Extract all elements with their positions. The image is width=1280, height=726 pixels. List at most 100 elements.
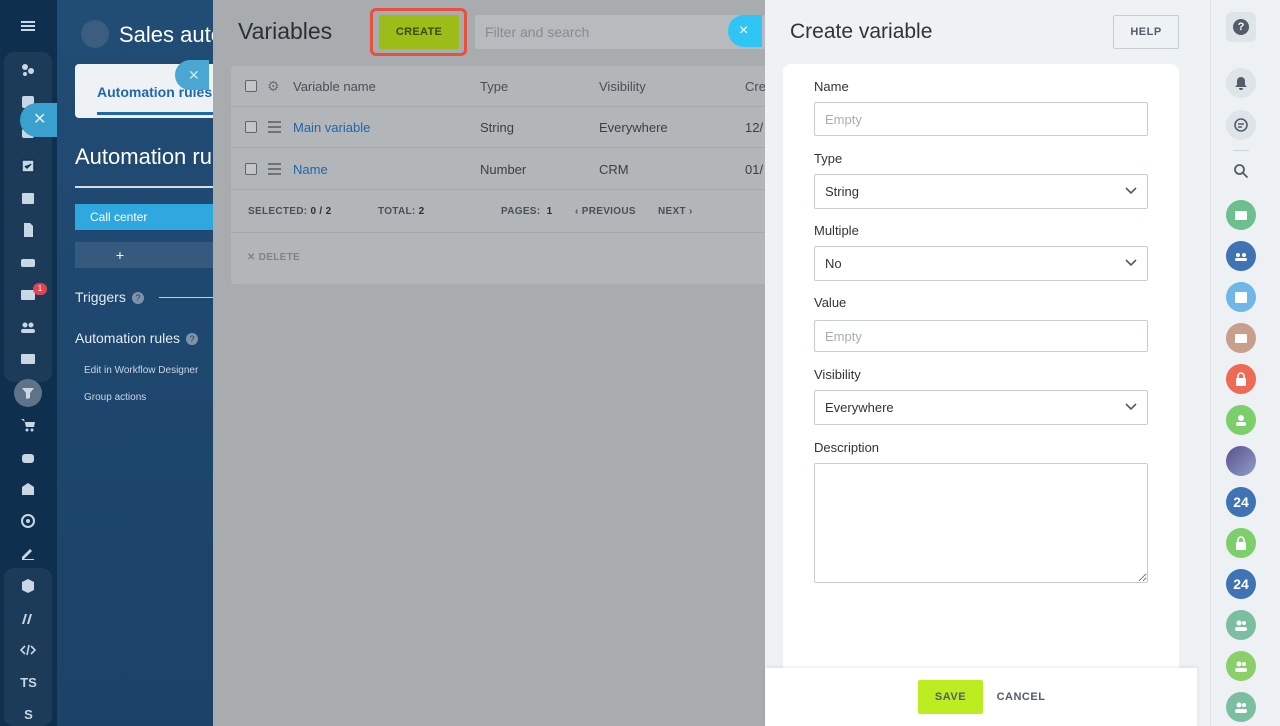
pulse-icon[interactable] <box>14 58 42 82</box>
search-input[interactable] <box>485 15 765 49</box>
users-icon[interactable] <box>1226 692 1256 722</box>
close-icon[interactable]: × <box>728 15 762 47</box>
type-label: Type <box>814 151 843 166</box>
calendar-icon[interactable] <box>14 186 42 210</box>
variable-created: 12/ <box>745 120 764 135</box>
contact-card-icon[interactable] <box>1226 323 1256 353</box>
description-label: Description <box>814 440 880 455</box>
close-slider-icon[interactable]: ✕ <box>20 103 57 137</box>
panel-title: Variables <box>238 18 333 44</box>
select-all-checkbox[interactable] <box>245 80 257 92</box>
delete-button[interactable]: ✕ DELETE <box>247 252 300 263</box>
sign-icon[interactable] <box>14 541 42 565</box>
section-heading: Automation ru <box>75 144 212 169</box>
right-sidebar: ? 24 24 <box>1210 0 1280 726</box>
help-icon[interactable]: ? <box>186 333 199 345</box>
search-icon[interactable] <box>1226 156 1256 186</box>
robot-logo-icon <box>81 20 109 48</box>
contact-card-icon[interactable] <box>14 347 42 371</box>
avatar[interactable] <box>1226 446 1256 476</box>
cart-icon[interactable] <box>14 413 42 437</box>
previous-page-link[interactable]: ‹ PREVIOUS <box>575 206 636 217</box>
triggers-heading: Triggers? <box>75 289 144 305</box>
users-icon[interactable] <box>1226 610 1256 640</box>
rail-item-ts[interactable]: TS <box>0 675 57 690</box>
type-value: String <box>825 184 859 199</box>
lock-icon[interactable] <box>1226 364 1256 394</box>
table-row[interactable]: Name Number CRM 01/ <box>231 149 765 190</box>
chevron-left-icon: ‹ <box>575 206 579 217</box>
create-button[interactable]: CREATE <box>379 15 459 49</box>
team-icon[interactable] <box>14 315 42 339</box>
rail-item-s[interactable]: S <box>0 707 57 722</box>
add-stage-button[interactable]: + <box>75 242 213 268</box>
scrollbar[interactable] <box>1197 64 1210 726</box>
next-page-link[interactable]: NEXT › <box>658 206 693 217</box>
variables-grid: ⚙ Variable name Type Visibility Cre Main… <box>231 66 765 284</box>
users-icon[interactable] <box>1226 651 1256 681</box>
chevron-down-icon <box>1125 403 1137 411</box>
contact-card-icon[interactable] <box>1226 200 1256 230</box>
column-header[interactable]: Visibility <box>599 66 646 107</box>
form-card: Name Type String Multiple No Value Visib… <box>783 64 1179 668</box>
help-icon[interactable]: ? <box>131 292 144 304</box>
slider-title: Create variable <box>790 20 933 43</box>
close-icon[interactable]: ✕ <box>175 60 209 90</box>
column-header[interactable]: Type <box>480 66 508 107</box>
document-icon[interactable] <box>14 218 42 242</box>
save-button[interactable]: SAVE <box>918 680 983 714</box>
box-icon[interactable] <box>14 574 42 598</box>
building-icon[interactable] <box>14 477 42 501</box>
cancel-button[interactable]: CANCEL <box>990 680 1052 714</box>
page-title: Sales auto <box>119 22 213 47</box>
close-icon: ✕ <box>247 252 256 263</box>
description-field[interactable] <box>814 463 1148 583</box>
market-icon[interactable] <box>14 606 42 630</box>
gear-icon[interactable]: ⚙ <box>267 78 280 95</box>
tasks-icon[interactable] <box>14 154 42 178</box>
robot-icon[interactable] <box>14 445 42 469</box>
variable-type: Number <box>480 162 527 177</box>
lock-icon[interactable] <box>1226 528 1256 558</box>
chat-bubble-icon[interactable] <box>1226 110 1256 140</box>
help-icon[interactable]: ? <box>1226 12 1256 42</box>
slider-footer: SAVE CANCEL <box>765 668 1197 726</box>
chevron-down-icon <box>1125 259 1137 267</box>
edit-in-designer-link[interactable]: Edit in Workflow Designer <box>84 365 198 376</box>
column-header[interactable]: Cre <box>745 66 765 107</box>
visibility-value: Everywhere <box>825 400 894 415</box>
search-box[interactable] <box>475 15 765 49</box>
stage-call-center[interactable]: Call center <box>75 204 213 230</box>
multiple-select[interactable]: No <box>814 246 1148 281</box>
row-checkbox[interactable] <box>245 121 257 133</box>
pages-count: PAGES: 1 <box>501 206 553 217</box>
row-menu-icon[interactable] <box>268 121 281 133</box>
name-field[interactable] <box>814 102 1148 136</box>
value-field[interactable] <box>814 320 1148 352</box>
group-chat-icon[interactable] <box>1226 241 1256 271</box>
help-button[interactable]: HELP <box>1113 15 1179 49</box>
automation-rules-heading: Automation rules? <box>75 330 199 346</box>
row-checkbox[interactable] <box>245 163 257 175</box>
bell-icon[interactable] <box>1226 68 1256 98</box>
column-header[interactable]: Variable name <box>293 66 376 107</box>
user-icon[interactable] <box>1226 405 1256 435</box>
code-icon[interactable] <box>14 638 42 662</box>
bitrix24-icon[interactable]: 24 <box>1226 569 1256 599</box>
variable-name-link[interactable]: Name <box>293 149 328 190</box>
funnel-icon[interactable] <box>14 381 42 405</box>
table-row[interactable]: Main variable String Everywhere 12/ <box>231 107 765 148</box>
group-actions-link[interactable]: Group actions <box>84 392 146 403</box>
calendar-icon[interactable] <box>1226 282 1256 312</box>
variable-visibility: CRM <box>599 162 629 177</box>
menu-icon[interactable] <box>14 14 42 38</box>
row-menu-icon[interactable] <box>268 163 281 175</box>
create-variable-slider: Create variable HELP Name Type String Mu… <box>765 0 1210 726</box>
target-icon[interactable] <box>14 509 42 533</box>
drive-icon[interactable] <box>14 250 42 274</box>
type-select[interactable]: String <box>814 174 1148 209</box>
bitrix24-icon[interactable]: 24 <box>1226 487 1256 517</box>
variable-name-link[interactable]: Main variable <box>293 107 370 148</box>
chevron-down-icon <box>1125 187 1137 195</box>
visibility-select[interactable]: Everywhere <box>814 390 1148 425</box>
